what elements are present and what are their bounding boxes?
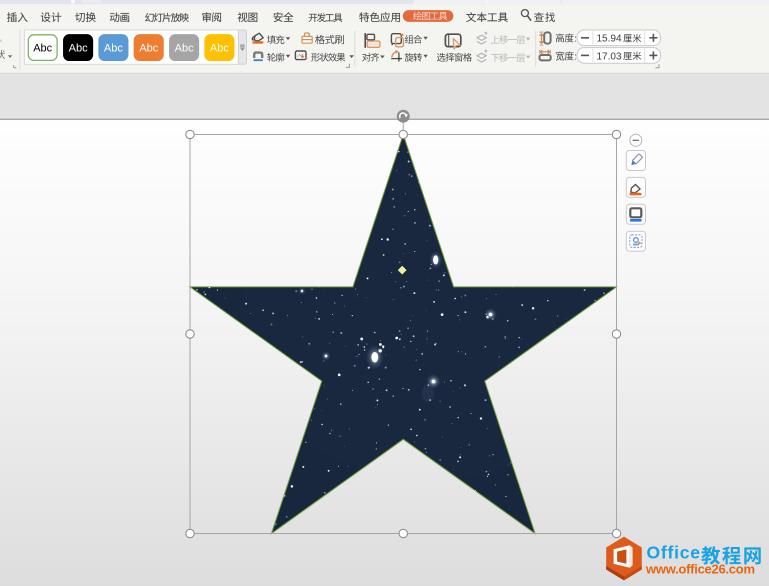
svg-text:17.03: 17.03 <box>597 51 622 62</box>
svg-text::: : <box>574 52 577 63</box>
svg-text:Abc: Abc <box>139 43 158 55</box>
svg-text:www.office26.com: www.office26.com <box>645 561 755 576</box>
svg-text:Abc: Abc <box>175 43 194 55</box>
svg-text:Abc: Abc <box>210 43 229 55</box>
svg-text:15.94: 15.94 <box>597 34 622 45</box>
svg-text::: : <box>574 34 577 45</box>
svg-text:Abc: Abc <box>104 43 123 55</box>
svg-text:Office: Office <box>647 543 701 563</box>
svg-text:Abc: Abc <box>69 43 88 55</box>
svg-text:Abc: Abc <box>33 43 52 55</box>
